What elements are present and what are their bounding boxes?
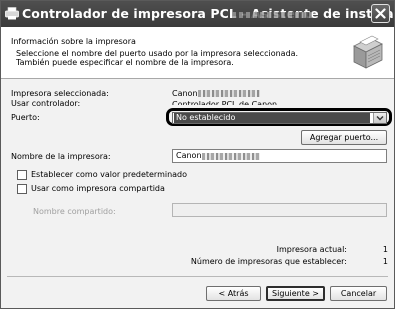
selected-printer-value: Canon [172,89,198,98]
port-label: Puerto: [11,113,40,122]
wizard-header: Información sobre la impresora Seleccion… [1,27,394,79]
window-title: Controlador de impresora PCL - Asistente… [22,6,395,21]
chevron-down-icon [376,116,384,121]
share-name-input[interactable] [172,203,387,217]
printer-name-label: Nombre de la impresora: [11,152,111,161]
driver-label: Usar controlador: [11,99,81,108]
title-redacted-text [232,12,312,18]
redacted-model [198,90,260,97]
close-icon [375,8,386,19]
share-name-label: Nombre compartido: [33,207,116,216]
printer-name-input[interactable]: Canon [172,149,387,163]
shared-printer-checkbox[interactable] [17,184,27,194]
selected-printer-label: Impresora seleccionada: [11,89,109,98]
next-button[interactable]: Siguiente > [266,286,325,301]
add-port-button[interactable]: Agregar puerto... [301,130,387,145]
set-default-checkbox[interactable] [17,170,27,180]
cancel-button[interactable]: Cancelar [330,286,387,301]
wizard-window: Controlador de impresora PCL - Asistente… [0,0,395,309]
footer-divider [7,276,388,277]
port-selected-value: No establecido [174,113,370,123]
title-bar[interactable]: Controlador de impresora PCL - Asistente… [1,1,394,27]
printer-small-icon [5,7,19,20]
printer-count-label: Número de impresoras que establecer: [190,257,347,266]
printer-name-value: Canon [176,151,202,160]
header-description-1: Seleccione el nombre del puerto usado po… [16,49,299,58]
current-printer-value: 1 [382,245,388,254]
redacted-printer-name [202,153,260,160]
header-description-2: También puede especificar el nombre de l… [16,58,234,67]
printer-count-value: 1 [382,257,388,266]
driver-value: Controlador PCL de Canon [172,100,278,105]
port-select[interactable]: No establecido [172,112,387,124]
port-dropdown-button[interactable] [373,113,386,123]
header-title: Información sobre la impresora [11,37,136,46]
close-button[interactable] [371,4,390,23]
back-button[interactable]: < Atrás [206,286,261,301]
current-printer-label: Impresora actual: [276,245,347,254]
set-default-label[interactable]: Establecer como valor predeterminado [31,170,187,179]
printer-icon [353,35,383,69]
shared-printer-label[interactable]: Usar como impresora compartida [31,184,165,193]
